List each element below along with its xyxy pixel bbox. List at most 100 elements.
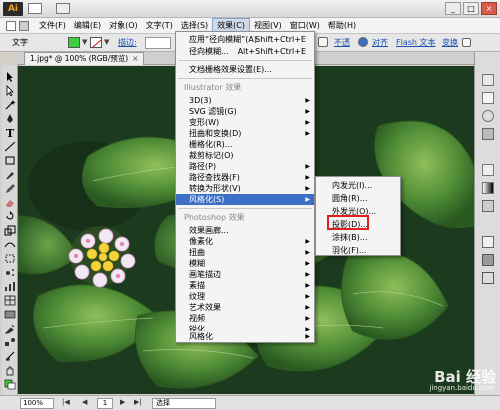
effect-pathfinder-item[interactable]: 路径查找器(F) ▶ [176,172,314,183]
ps-pixelate-item[interactable]: 像素化 ▶ [176,236,314,247]
menu-file[interactable]: 文件(F) [35,18,70,33]
effect-crop-marks-item[interactable]: 裁剪标记(O) [176,150,314,161]
title-bar: Ai _ □ × [0,0,500,18]
blend-tool-icon[interactable] [4,337,16,348]
maximize-button[interactable]: □ [463,2,479,15]
ps-distort-item[interactable]: 扭曲 ▶ [176,247,314,258]
stroke-panel-icon[interactable] [482,164,494,176]
panel-menu-icon[interactable] [462,38,471,47]
stroke-dropdown-icon[interactable]: ▼ [104,38,109,46]
transform-link[interactable]: 变换 [442,37,458,48]
pencil-tool-icon[interactable] [4,183,16,194]
tools-panel: T [2,65,18,395]
ps-texture-item[interactable]: 纹理 ▶ [176,291,314,302]
effect-svg-filters-item[interactable]: SVG 滤镜(G) ▶ [176,106,314,117]
ps-brush-strokes-item[interactable]: 画笔描边 ▶ [176,269,314,280]
menu-type[interactable]: 文字(T) [142,18,177,33]
stroke-color-swatch[interactable] [90,37,102,48]
tab-close-icon[interactable]: × [132,54,138,63]
effect-3d-item[interactable]: 3D(3) ▶ [176,95,314,106]
ps-sketch-item[interactable]: 素描 ▶ [176,280,314,291]
magic-wand-tool-icon[interactable] [4,99,16,110]
menu-object[interactable]: 对象(O) [105,18,142,33]
ps-stylize-item[interactable]: 风格化 ▶ [176,331,314,342]
direct-selection-tool-icon[interactable] [4,85,16,96]
type-tool-icon[interactable]: T [4,127,16,138]
stroke-weight-input[interactable] [145,37,171,49]
last-page-icon[interactable]: ▶| [134,398,142,406]
hand-tool-icon[interactable] [4,365,16,376]
scale-tool-icon[interactable] [4,225,16,236]
warp-tool-icon[interactable] [4,239,16,250]
symbol-sprayer-tool-icon[interactable] [4,267,16,278]
raster-effects-settings-item[interactable]: 文档栅格效果设置(E)... [176,64,314,75]
page-number-input[interactable]: 1 [97,398,113,409]
appearance-panel-icon[interactable] [482,236,494,248]
arrange-documents-icon[interactable] [56,3,70,14]
fill-stroke-swatch-icon[interactable] [4,379,16,390]
effect-stylize-item[interactable]: 风格化(S) ▶ [176,194,314,205]
selection-tool-icon[interactable] [4,71,16,82]
ps-blur-item[interactable]: 模糊 ▶ [176,258,314,269]
rotate-tool-icon[interactable] [4,211,16,222]
effect-path-item[interactable]: 路径(P) ▶ [176,161,314,172]
swatches-panel-icon[interactable] [482,92,494,104]
next-page-icon[interactable]: ▶ [120,398,125,406]
transparency-panel-icon[interactable] [482,200,494,212]
ps-artistic-item[interactable]: 艺术效果 ▶ [176,302,314,313]
close-button[interactable]: × [481,2,497,15]
svg-text:T: T [6,127,15,138]
opacity-link[interactable]: 不透 [334,37,350,48]
pen-tool-icon[interactable] [4,113,16,124]
slice-tool-icon[interactable] [4,351,16,362]
zoom-select[interactable]: 100% [20,398,54,409]
symbols-panel-icon[interactable] [482,128,494,140]
opacity-icon[interactable] [318,37,328,47]
apply-last-effect-item[interactable]: 应用“径向模糊”(A) Shift+Ctrl+E [176,34,314,45]
rectangle-tool-icon[interactable] [4,155,16,166]
menu-edit[interactable]: 编辑(E) [70,18,105,33]
watermark-site: jingyan.baidu.com [429,384,494,392]
stroke-weight-link[interactable]: 描边: [118,37,137,48]
graphic-styles-panel-icon[interactable] [482,254,494,266]
minimize-button[interactable]: _ [445,2,461,15]
paintbrush-tool-icon[interactable] [4,169,16,180]
inner-glow-item[interactable]: 内发光(I)... [316,180,400,191]
document-tab[interactable]: 1.jpg* @ 100% (RGB/预览) × [24,52,145,65]
last-effect-item[interactable]: 径向模糊... Alt+Shift+Ctrl+E [176,46,314,57]
effect-distort-transform-item[interactable]: 扭曲和变换(D) ▶ [176,128,314,139]
color-panel-icon[interactable] [482,74,494,86]
fill-dropdown-icon[interactable]: ▼ [82,38,87,46]
layers-panel-icon[interactable] [482,272,494,284]
recolor-icon[interactable] [358,37,368,47]
view-mode-icon[interactable] [0,18,35,33]
mesh-tool-icon[interactable] [4,295,16,306]
scribble-item[interactable]: 涂抹(B)... [316,232,400,243]
brushes-panel-icon[interactable] [482,110,494,122]
eraser-tool-icon[interactable] [4,197,16,208]
status-mode-select[interactable]: 选择 [152,398,216,409]
round-corners-item[interactable]: 圆角(R)... [316,193,400,204]
effect-convert-to-shape-item[interactable]: 转换为形状(V) ▶ [176,183,314,194]
effect-rasterize-item[interactable]: 栅格化(R)... [176,139,314,150]
workspace-icon[interactable] [28,3,42,14]
feather-item[interactable]: 羽化(F)... [316,245,400,256]
gradient-tool-icon[interactable] [4,309,16,320]
effect-menu-tail: 风格化 ▶ [175,331,315,343]
fill-color-swatch[interactable] [68,37,80,48]
effect-warp-item[interactable]: 变形(W) ▶ [176,117,314,128]
illustrator-effects-header: Illustrator 效果 [184,83,242,92]
line-tool-icon[interactable] [4,141,16,152]
menu-help[interactable]: 帮助(H) [324,18,360,33]
eyedropper-tool-icon[interactable] [4,323,16,334]
previous-page-icon[interactable]: ◀ [82,398,87,406]
align-link[interactable]: 对齐 [372,37,388,48]
ps-effect-gallery-item[interactable]: 效果画廊... [176,225,314,236]
gradient-panel-icon[interactable] [482,182,494,194]
first-page-icon[interactable]: |◀ [62,398,70,406]
graph-tool-icon[interactable] [4,281,16,292]
free-transform-tool-icon[interactable] [4,253,16,264]
flash-text-link[interactable]: Flash 文本 [396,37,436,48]
ps-video-item[interactable]: 视频 ▶ [176,313,314,324]
effect-menu: 应用“径向模糊”(A) Shift+Ctrl+E 径向模糊... Alt+Shi… [175,31,315,334]
